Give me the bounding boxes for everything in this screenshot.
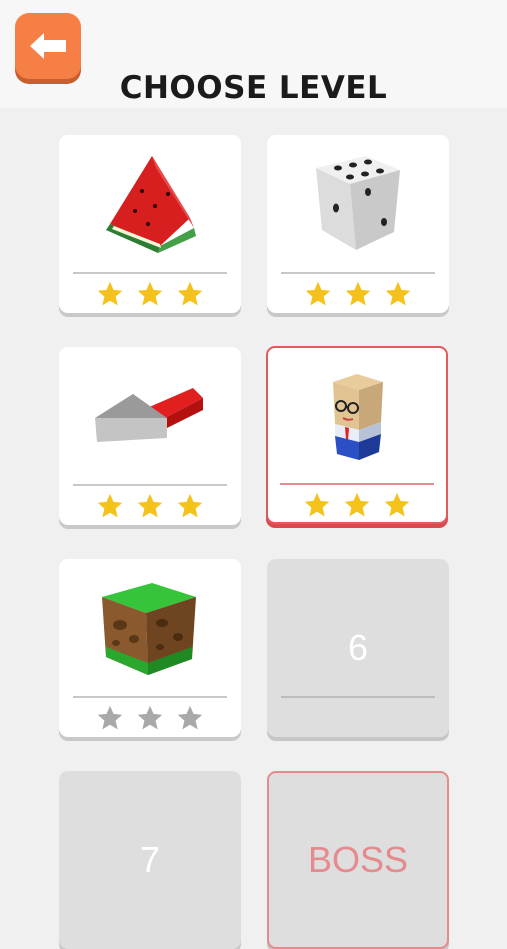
level-card-boss[interactable]: BOSS bbox=[267, 771, 449, 949]
star-icon bbox=[345, 281, 371, 306]
level-thumbnail bbox=[267, 135, 449, 267]
star-icon bbox=[137, 493, 163, 518]
star-icon bbox=[137, 705, 163, 730]
star-icon bbox=[97, 705, 123, 730]
watermelon-icon bbox=[106, 156, 196, 253]
divider bbox=[280, 483, 434, 485]
star-icon bbox=[304, 492, 330, 517]
divider bbox=[281, 696, 435, 698]
grass-block-icon bbox=[102, 583, 196, 675]
level-card-4[interactable] bbox=[266, 346, 448, 524]
level-thumbnail bbox=[268, 348, 446, 480]
star-rating bbox=[59, 492, 241, 522]
level-card-1[interactable] bbox=[59, 135, 241, 313]
star-rating bbox=[267, 280, 449, 310]
office-man-icon bbox=[333, 374, 383, 460]
level-number: 7 bbox=[139, 839, 161, 880]
divider bbox=[73, 696, 227, 698]
star-rating bbox=[59, 704, 241, 734]
page-title: CHOOSE LEVEL bbox=[119, 70, 388, 106]
dice-icon bbox=[316, 156, 400, 250]
star-icon bbox=[137, 281, 163, 306]
level-card-6[interactable]: 6 bbox=[267, 559, 449, 737]
star-rating bbox=[268, 491, 446, 521]
divider bbox=[73, 272, 227, 274]
level-thumbnail bbox=[59, 347, 241, 479]
star-icon bbox=[97, 493, 123, 518]
divider bbox=[281, 272, 435, 274]
boss-label: BOSS bbox=[307, 839, 409, 880]
cheese-eraser-icon bbox=[95, 388, 203, 442]
star-icon bbox=[177, 705, 203, 730]
level-thumbnail bbox=[59, 135, 241, 267]
level-number: 6 bbox=[347, 627, 369, 668]
star-icon bbox=[177, 493, 203, 518]
star-icon bbox=[385, 281, 411, 306]
star-icon bbox=[344, 492, 370, 517]
star-icon bbox=[97, 281, 123, 306]
star-icon bbox=[384, 492, 410, 517]
level-card-7[interactable]: 7 bbox=[59, 771, 241, 949]
star-rating bbox=[59, 280, 241, 310]
level-card-2[interactable] bbox=[267, 135, 449, 313]
divider bbox=[73, 484, 227, 486]
level-card-3[interactable] bbox=[59, 347, 241, 525]
level-card-5[interactable] bbox=[59, 559, 241, 737]
star-icon bbox=[305, 281, 331, 306]
star-icon bbox=[177, 281, 203, 306]
level-thumbnail bbox=[59, 559, 241, 691]
arrow-left-icon bbox=[30, 33, 66, 59]
